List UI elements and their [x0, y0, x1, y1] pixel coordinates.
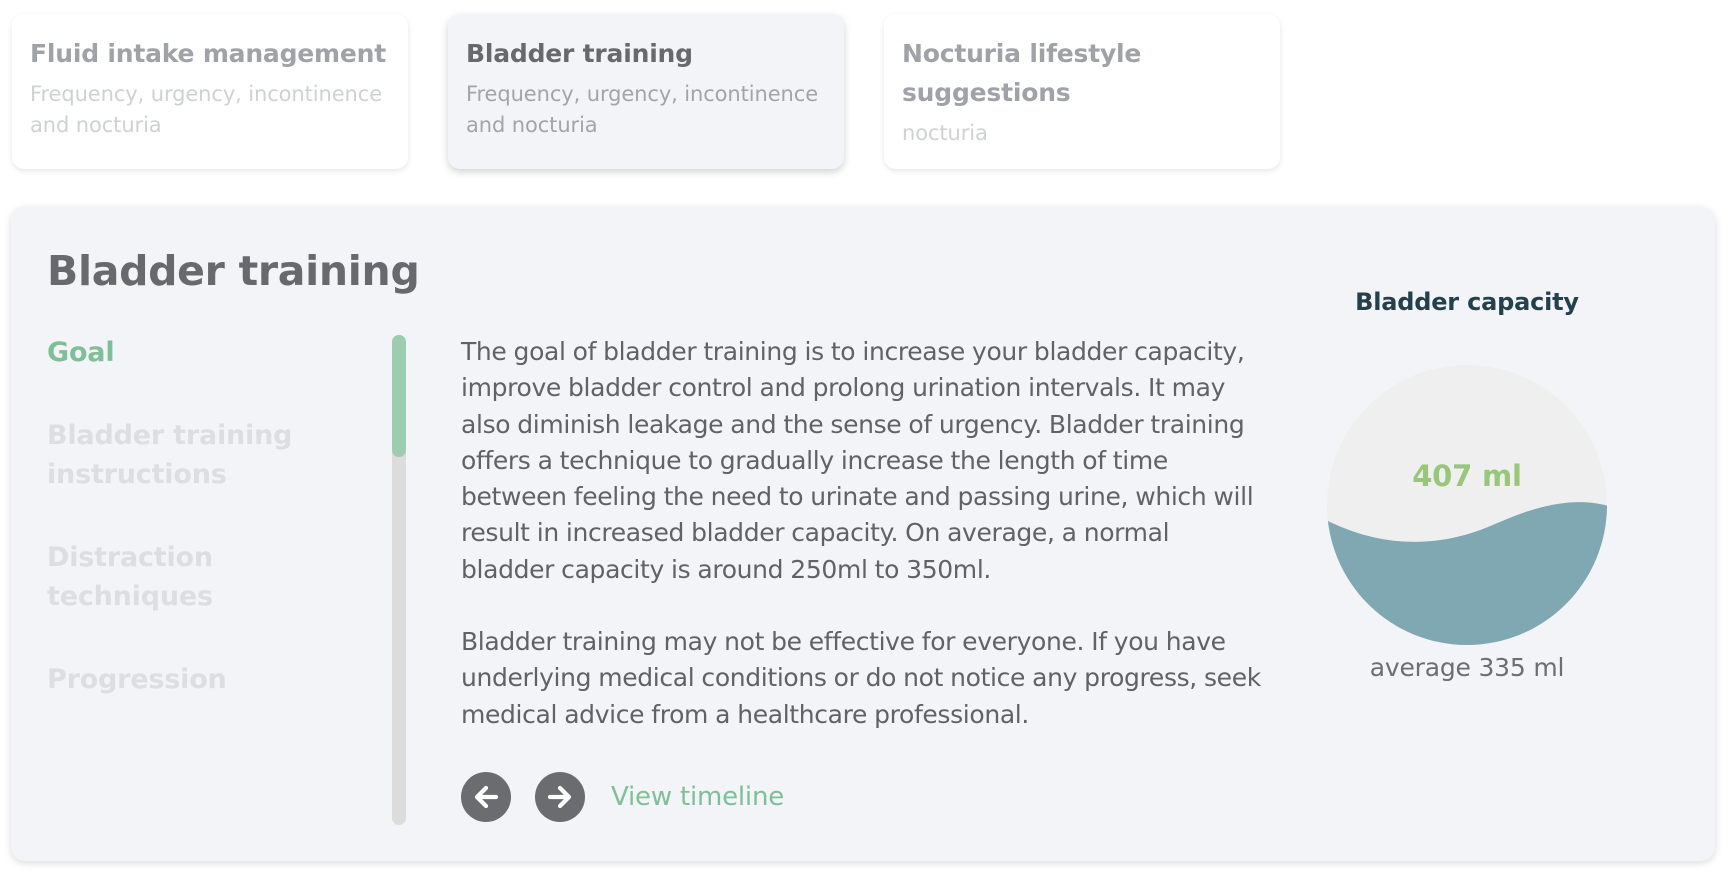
topic-card-bladder-training[interactable]: Bladder training Frequency, urgency, inc…	[448, 14, 844, 169]
section-nav-item-instructions[interactable]: Bladder training instructions	[47, 416, 367, 494]
bladder-capacity-widget: Bladder capacity 407 ml average 335 ml	[1327, 287, 1607, 682]
view-timeline-link[interactable]: View timeline	[611, 782, 784, 812]
arrow-right-circle-icon	[547, 785, 572, 809]
bladder-capacity-average: average 335 ml	[1369, 653, 1565, 682]
topic-card-fluid-intake[interactable]: Fluid intake management Frequency, urgen…	[12, 14, 408, 169]
section-nav-item-goal[interactable]: Goal	[47, 333, 367, 372]
arrow-left-circle-icon	[474, 785, 499, 809]
previous-button[interactable]	[461, 772, 511, 822]
section-controls: View timeline	[461, 772, 784, 822]
section-nav-item-progression[interactable]: Progression	[47, 660, 367, 699]
topic-card-subtitle: nocturia	[902, 121, 988, 145]
topic-card-subtitle: Frequency, urgency, incontinence and noc…	[466, 82, 819, 137]
content-paragraph: Bladder training may not be effective fo…	[461, 627, 1261, 729]
section-nav: Goal Bladder training instructions Distr…	[47, 333, 367, 699]
section-content: The goal of bladder training is to incre…	[461, 334, 1261, 733]
section-scrollbar[interactable]	[392, 335, 406, 825]
bladder-training-panel: Bladder training Goal Bladder training i…	[11, 207, 1715, 861]
topic-card-nocturia-lifestyle[interactable]: Nocturia lifestyle suggestions nocturia	[884, 14, 1280, 169]
next-button[interactable]	[535, 772, 585, 822]
topic-card-subtitle: Frequency, urgency, incontinence and noc…	[30, 82, 383, 137]
bladder-gauge-graphic	[1327, 365, 1607, 645]
bladder-capacity-title: Bladder capacity	[1355, 288, 1579, 316]
bladder-capacity-gauge: 407 ml	[1327, 365, 1607, 645]
bladder-capacity-value: 407 ml	[1412, 459, 1522, 493]
panel-title: Bladder training	[47, 247, 420, 295]
topic-card-title: Bladder training	[466, 39, 693, 68]
topic-card-title: Nocturia lifestyle suggestions	[902, 39, 1142, 107]
section-nav-item-distraction[interactable]: Distraction techniques	[47, 538, 367, 616]
content-paragraph: The goal of bladder training is to incre…	[461, 337, 1254, 584]
section-scrollbar-thumb[interactable]	[392, 335, 406, 457]
topic-card-title: Fluid intake management	[30, 39, 387, 68]
